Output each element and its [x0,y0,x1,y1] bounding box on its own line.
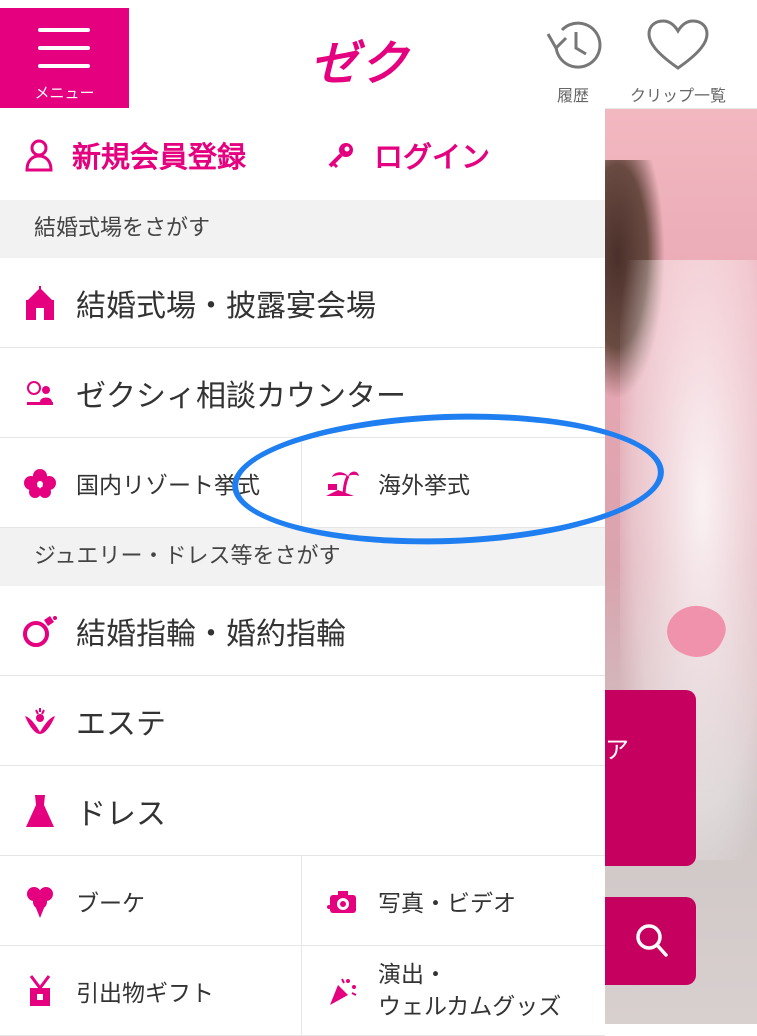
clip-list-label: クリップ一覧 [629,86,726,105]
ring-icon [20,614,60,648]
person-icon [25,139,53,172]
welcome-label-line1: 演出・ [378,961,447,988]
chapel-icon [20,285,60,320]
esthe-icon [20,706,60,736]
menu-button[interactable]: メニュー [0,8,129,108]
menu-label: メニュー [34,84,95,102]
menu-item-esthe-label: エステ [76,706,166,742]
clip-list-button[interactable]: クリップ一覧 [615,18,741,106]
history-button[interactable]: 履歴 [540,18,606,106]
camera-icon [322,887,362,915]
side-menu: 新規会員登録 ログイン 結婚式場をさがす 結婚式場・披露宴会場 ゼクシィ相談カウ… [0,108,605,1036]
menu-item-gift[interactable]: 引出物ギフト [0,946,302,1036]
gift-icon [20,974,60,1008]
search-button[interactable] [605,897,696,985]
register-label: 新規会員登録 [72,140,247,174]
menu-item-esthe[interactable]: エステ [0,676,605,766]
key-icon [328,143,353,169]
menu-item-photo[interactable]: 写真・ビデオ [302,856,605,946]
login-label: ログイン [374,140,491,174]
search-icon [636,924,668,957]
party-popper-icon [322,975,362,1007]
welcome-label-line2: ウェルカムグッズ [378,993,562,1020]
app-header: メニュー ゼクシィ 履歴 クリップ一覧 [0,0,757,162]
menu-item-welcome[interactable]: 演出・ ウェルカムグッズ [302,946,605,1036]
menu-item-rings[interactable]: 結婚指輪・婚約指輪 [0,586,605,676]
register-link[interactable]: 新規会員登録 [24,134,246,176]
hamburger-icon [38,28,90,82]
history-label: 履歴 [556,86,589,105]
menu-item-counter-label: ゼクシィ相談カウンター [76,378,406,414]
bouquet-icon [20,884,60,918]
menu-item-bouquet[interactable]: ブーケ [0,856,302,946]
auth-row: 新規会員登録 ログイン [0,108,605,200]
dress-icon [20,793,60,829]
history-icon [546,21,602,69]
menu-item-dress-label: ドレス [76,796,166,832]
background-pink-card[interactable]: ア [605,690,696,866]
login-link[interactable]: ログイン [326,134,490,176]
counter-icon [20,380,60,406]
section-header-venue: 結婚式場をさがす [0,200,605,258]
heart-icon [647,19,709,70]
flower-icon [20,468,60,498]
menu-item-rings-label: 結婚指輪・婚約指輪 [76,616,346,652]
site-logo[interactable]: ゼクシィ [310,24,450,162]
menu-item-bouquet-label: ブーケ [76,890,145,917]
pink-card-text: ア [605,736,629,764]
menu-item-welcome-label: 演出・ ウェルカムグッズ [378,959,561,1023]
menu-item-venue-label: 結婚式場・披露宴会場 [76,288,376,324]
menu-item-gift-label: 引出物ギフト [76,980,214,1007]
menu-item-photo-label: 写真・ビデオ [378,890,516,917]
menu-item-venue[interactable]: 結婚式場・披露宴会場 [0,258,605,348]
menu-item-dress[interactable]: ドレス [0,766,605,856]
